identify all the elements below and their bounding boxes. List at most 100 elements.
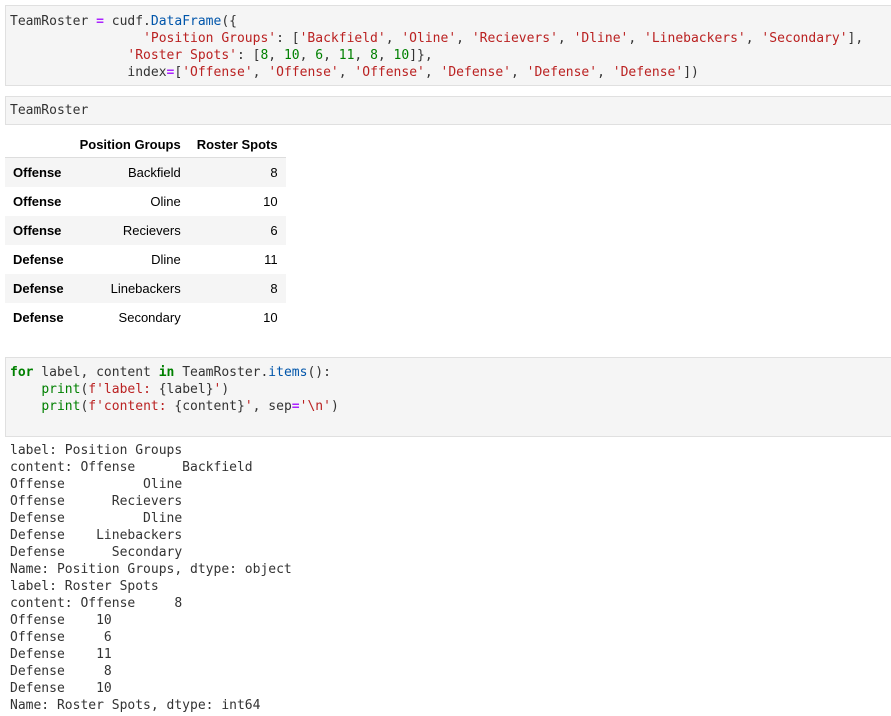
code-token: 6 xyxy=(315,48,324,63)
code-token: ) xyxy=(330,399,339,414)
table-row: Defense Dline 11 xyxy=(5,245,286,274)
code-token: '\n' xyxy=(299,399,331,414)
code-token: , xyxy=(377,48,394,63)
table-cell: 8 xyxy=(270,281,278,296)
code-token: TeamRoster. xyxy=(174,365,269,380)
code-token: ], xyxy=(847,31,864,46)
code-token: , xyxy=(510,65,527,80)
code-token: : [ xyxy=(276,31,300,46)
code-token: = xyxy=(291,399,300,414)
code-token: , xyxy=(323,48,339,63)
code-editor[interactable]: TeamRoster = cudf.DataFrame({ 'Position … xyxy=(10,13,890,81)
code-token: f'content: xyxy=(88,399,175,414)
code-token: 'Offense' xyxy=(182,65,253,80)
code-token: 'Position Groups' xyxy=(143,31,277,46)
code-token: 'Roster Spots' xyxy=(127,48,237,63)
code-token: f'label: xyxy=(88,382,159,397)
code-token: , xyxy=(557,31,574,46)
code-token: index xyxy=(10,65,167,80)
table-cell: 10 xyxy=(263,194,278,209)
code-token: (): xyxy=(307,365,331,380)
code-token: {label} xyxy=(158,382,214,397)
code-token: = xyxy=(96,14,104,29)
table-row: Defense Linebackers 8 xyxy=(5,274,286,303)
code-token: print xyxy=(41,399,81,414)
code-token: 11 xyxy=(338,48,355,63)
table-cell: 11 xyxy=(264,252,278,267)
code-token: TeamRoster xyxy=(10,14,97,29)
table-cell: Secondary xyxy=(118,310,181,325)
code-token: , xyxy=(338,65,355,80)
code-token: in xyxy=(158,365,175,380)
code-token: items xyxy=(268,365,308,380)
code-token: 10 xyxy=(393,48,410,63)
code-token: , xyxy=(745,31,762,46)
code-token: 'Offense' xyxy=(354,65,425,80)
code-token: , xyxy=(385,31,402,46)
code-token: ({ xyxy=(221,14,237,29)
code-token: 'Offense' xyxy=(268,65,339,80)
cell-output: label: Position Groups content: Offense … xyxy=(10,443,292,713)
code-token: 'Linebackers' xyxy=(644,31,746,46)
code-token: 'Backfield' xyxy=(299,31,386,46)
row-index: Offense xyxy=(13,165,62,180)
row-index: Defense xyxy=(13,252,64,267)
table-row: Offense Backfield 8 xyxy=(5,157,286,187)
code-token: label, content xyxy=(33,365,159,380)
column-header: Position Groups xyxy=(71,131,189,158)
table-cell: Recievers xyxy=(122,223,181,238)
code-token: 'Recievers' xyxy=(471,31,558,46)
column-header xyxy=(5,131,72,158)
code-token: , sep xyxy=(252,399,292,414)
code-token: DataFrame xyxy=(150,14,222,29)
code-token: ' xyxy=(244,399,253,414)
row-index: Defense xyxy=(13,310,64,325)
code-token: : [ xyxy=(236,48,261,63)
code-cell-teamroster[interactable]: TeamRoster xyxy=(5,96,891,125)
code-token: 10 xyxy=(283,48,300,63)
code-token: 'Defense' xyxy=(526,65,598,80)
table-cell: 6 xyxy=(270,223,278,238)
row-index: Offense xyxy=(13,194,62,209)
code-token: , xyxy=(628,31,645,46)
code-token: 'Defense' xyxy=(612,65,684,80)
dataframe-table: Position Groups Roster Spots Offense Backf… xyxy=(5,131,286,332)
code-token: for xyxy=(10,365,34,380)
code-token: , xyxy=(597,65,613,80)
table-row: Defense Secondary 10 xyxy=(5,303,286,332)
table-cell: Oline xyxy=(150,194,181,209)
table-cell: Linebackers xyxy=(110,281,181,296)
code-token: ]) xyxy=(683,65,699,80)
code-token: ) xyxy=(221,382,230,397)
code-token: , xyxy=(268,48,284,63)
table-cell: 8 xyxy=(270,165,278,180)
code-token: , xyxy=(354,48,371,63)
table-cell: Dline xyxy=(151,252,181,267)
table-row: Offense Recievers 6 xyxy=(5,216,286,245)
code-cell-dataframe[interactable]: TeamRoster = cudf.DataFrame({ 'Position … xyxy=(5,5,891,86)
code-token: {content} xyxy=(174,399,245,414)
column-header: Roster Spots xyxy=(188,131,286,158)
code-token: 'Dline' xyxy=(573,31,629,46)
code-token: 'Oline' xyxy=(401,31,457,46)
code-token: 'Defense' xyxy=(440,65,511,80)
row-index: Offense xyxy=(13,223,62,238)
row-index: Defense xyxy=(13,281,64,296)
code-token: 'Secondary' xyxy=(761,31,848,46)
table-row: Offense Oline 10 xyxy=(5,187,286,216)
table-cell: Backfield xyxy=(127,165,181,180)
code-token: , xyxy=(299,48,316,63)
code-token: cudf. xyxy=(103,14,151,29)
code-token: , xyxy=(424,65,441,80)
code-token: , xyxy=(456,31,472,46)
code-token: 8 xyxy=(370,48,378,63)
code-cell-loop[interactable]: for label, content in TeamRoster.items()… xyxy=(5,357,891,437)
code-token: ]}, xyxy=(409,48,433,63)
code-editor[interactable]: TeamRoster xyxy=(10,102,890,119)
code-editor[interactable]: for label, content in TeamRoster.items()… xyxy=(10,364,890,415)
code-token: , xyxy=(252,65,269,80)
